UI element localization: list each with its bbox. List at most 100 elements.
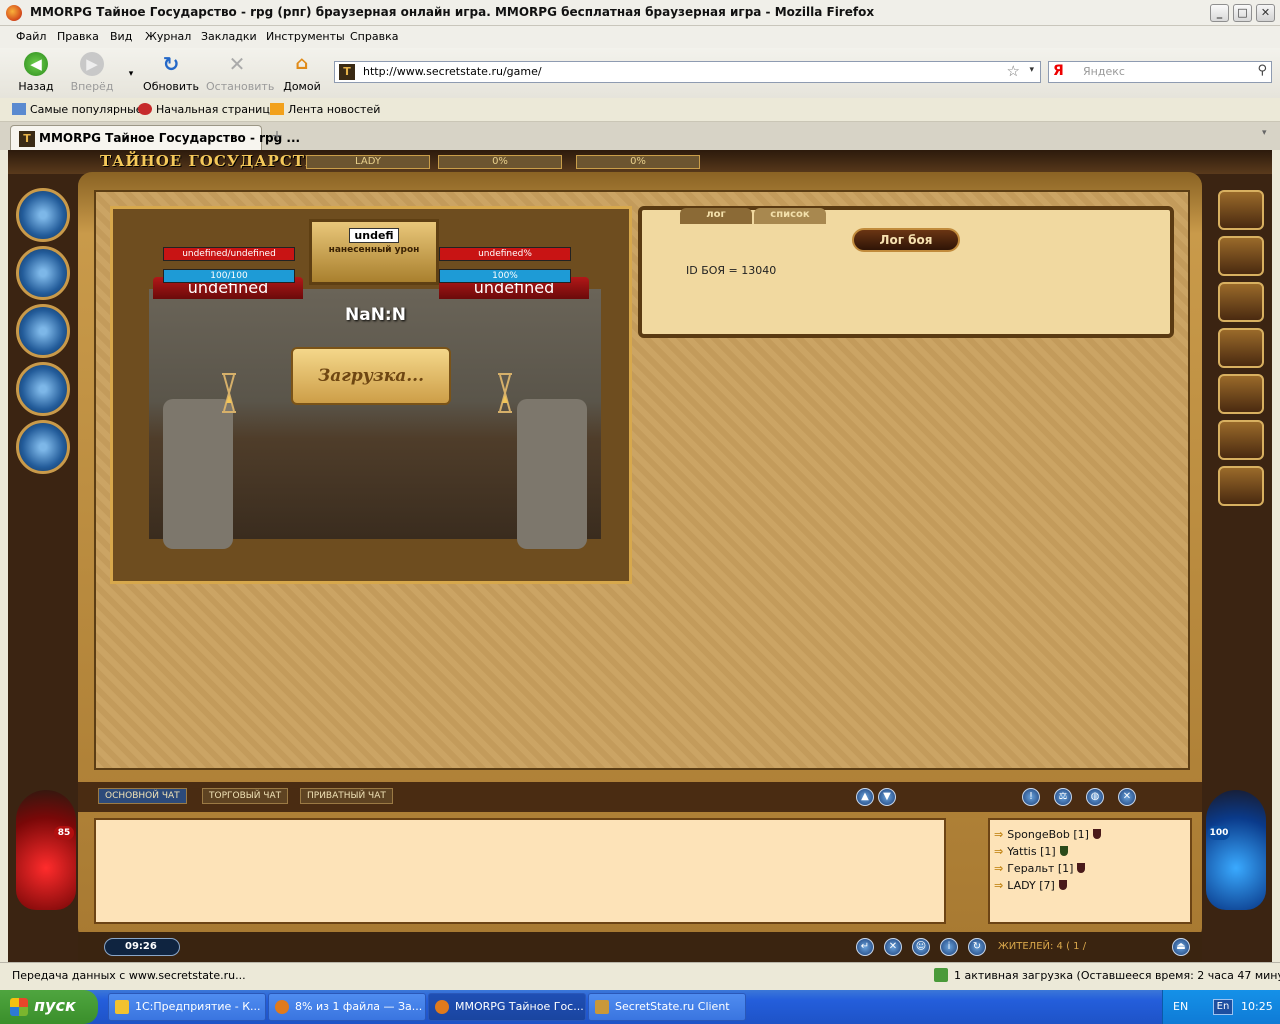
taskbar-item-game[interactable]: MMORPG Тайное Гос... xyxy=(428,993,586,1021)
menu-history[interactable]: Журнал xyxy=(145,30,191,43)
user-name[interactable]: LADY [7] xyxy=(1007,879,1055,892)
tab-private-chat[interactable]: ПРИВАТНЫЙ ЧАТ xyxy=(300,788,393,804)
chat-messages[interactable] xyxy=(94,818,946,924)
window-title: MMORPG Тайное Государство - rpg (рпг) бр… xyxy=(30,5,875,19)
taskbar-label: 8% из 1 файла — За... xyxy=(295,1000,423,1013)
shield-icon[interactable] xyxy=(1218,282,1264,322)
start-page-icon xyxy=(138,103,152,115)
whisper-arrow-icon[interactable]: ⇒ xyxy=(994,828,1003,841)
mana-value: 100 xyxy=(1208,826,1230,840)
tab-list[interactable]: список xyxy=(754,208,826,224)
letter-icon[interactable] xyxy=(1218,466,1264,506)
maximize-button[interactable]: □ xyxy=(1233,4,1252,22)
new-tab-button[interactable]: + xyxy=(264,128,290,148)
character-icon[interactable] xyxy=(16,246,70,300)
minimize-button[interactable]: _ xyxy=(1210,4,1229,22)
bookmark-news-feed[interactable]: Лента новостей xyxy=(270,103,380,116)
taskbar-item-download[interactable]: 8% из 1 файла — За... xyxy=(268,993,426,1021)
taskbar-label: SecretState.ru Client xyxy=(615,1000,730,1013)
menu-help[interactable]: Справка xyxy=(350,30,398,43)
bookmark-label: Лента новостей xyxy=(288,103,381,116)
url-dropdown-icon[interactable]: ▾ xyxy=(1029,65,1034,75)
reload-button[interactable]: ↻ Обновить xyxy=(143,52,199,96)
smile-icon[interactable]: ☺ xyxy=(912,938,930,956)
progress-stat: 0% xyxy=(576,155,700,169)
yandex-icon[interactable]: Я xyxy=(1053,63,1064,79)
tab-list-icon[interactable]: ▾ xyxy=(1262,128,1267,138)
scales-icon[interactable]: ⚖ xyxy=(1054,788,1072,806)
battle-log-button[interactable]: Лог боя xyxy=(852,228,960,252)
back-label: Назад xyxy=(18,80,54,93)
whisper-arrow-icon[interactable]: ⇒ xyxy=(994,862,1003,875)
whisper-arrow-icon[interactable]: ⇒ xyxy=(994,879,1003,892)
scroll-icon[interactable] xyxy=(1218,374,1264,414)
knight-icon[interactable] xyxy=(16,362,70,416)
user-row[interactable]: ⇒ Геральт [1] xyxy=(994,862,1086,875)
user-row[interactable]: ⇒ SpongeBob [1] xyxy=(994,828,1101,841)
whisper-arrow-icon[interactable]: ⇒ xyxy=(994,845,1003,858)
user-row[interactable]: ⇒ LADY [7] xyxy=(994,879,1067,892)
back-button[interactable]: ◀ Назад xyxy=(8,52,64,96)
menu-bookmarks[interactable]: Закладки xyxy=(201,30,257,43)
clan-banner-icon[interactable] xyxy=(16,420,70,474)
start-button[interactable]: пуск xyxy=(0,990,98,1024)
forward-button[interactable]: ▶ Вперёд xyxy=(64,52,120,96)
info-icon[interactable]: ! xyxy=(1022,788,1040,806)
hourglass-icon xyxy=(497,373,513,413)
user-row[interactable]: ⇒ Yattis [1] xyxy=(994,845,1068,858)
enter-icon[interactable]: ↵ xyxy=(856,938,874,956)
forward-arrow-scroll-icon[interactable] xyxy=(1218,236,1264,276)
home-icon: ⌂ xyxy=(295,53,309,74)
bookmark-star-icon[interactable]: ☆ xyxy=(1007,62,1020,80)
tab-main-chat[interactable]: ОСНОВНОЙ ЧАТ xyxy=(98,788,187,804)
address-bar[interactable]: T http://www.secretstate.ru/game/ ☆ ▾ xyxy=(334,61,1041,83)
tab-favicon: T xyxy=(19,131,35,147)
taskbar-item-1c[interactable]: 1С:Предприятие - К... xyxy=(108,993,266,1021)
taskbar: пуск 1С:Предприятие - К... 8% из 1 файла… xyxy=(0,990,1280,1024)
menu-file[interactable]: Файл xyxy=(16,30,46,43)
eye-icon[interactable] xyxy=(1218,420,1264,460)
download-icon[interactable] xyxy=(934,968,948,982)
user-name[interactable]: Yattis [1] xyxy=(1007,845,1055,858)
back-arrow-scroll-icon[interactable] xyxy=(1218,190,1264,230)
bookmark-folder-icon xyxy=(12,103,26,115)
inventory-bag-icon[interactable] xyxy=(16,304,70,358)
language-bar-icon[interactable]: En xyxy=(1213,999,1233,1015)
map-icon[interactable] xyxy=(16,188,70,242)
close-chat-icon[interactable]: ✕ xyxy=(1118,788,1136,806)
menu-view[interactable]: Вид xyxy=(110,30,132,43)
user-name[interactable]: SpongeBob [1] xyxy=(1007,828,1089,841)
exit-icon[interactable]: ⏏ xyxy=(1172,938,1190,956)
damage-label: нанесенный урон xyxy=(328,245,420,255)
user-name[interactable]: Геральт [1] xyxy=(1007,862,1073,875)
taskbar-item-client[interactable]: SecretState.ru Client xyxy=(588,993,746,1021)
search-box[interactable]: Я Яндекс ⚲ xyxy=(1048,61,1272,83)
home-label: Домой xyxy=(283,80,321,93)
clan-shield-icon xyxy=(1059,846,1068,856)
search-icon[interactable]: ⚲ xyxy=(1257,63,1267,78)
refresh-icon[interactable]: ↻ xyxy=(968,938,986,956)
tab-log[interactable]: лог xyxy=(680,208,752,224)
cancel-icon[interactable]: ✕ xyxy=(884,938,902,956)
home-button[interactable]: ⌂ Домой xyxy=(274,52,330,96)
stop-button[interactable]: ✕ Остановить xyxy=(206,52,275,96)
bookmark-most-visited[interactable]: Самые популярные xyxy=(12,103,143,116)
download-status[interactable]: 1 активная загрузка (Оставшееся время: 2… xyxy=(954,969,1280,982)
bookmark-start-page[interactable]: Начальная страница xyxy=(138,103,277,116)
firefox-icon xyxy=(275,1000,289,1014)
menu-edit[interactable]: Правка xyxy=(57,30,99,43)
party-faces-icon[interactable] xyxy=(1218,328,1264,368)
tab-game[interactable]: T MMORPG Тайное Государство - rpg ... xyxy=(10,125,300,150)
scroll-down-icon[interactable]: ▼ xyxy=(878,788,896,806)
stop-label: Остановить xyxy=(206,80,275,93)
language-indicator[interactable]: EN xyxy=(1173,1000,1188,1013)
tab-trade-chat[interactable]: ТОРГОВЫЙ ЧАТ xyxy=(202,788,289,804)
history-dropdown[interactable]: ▾ xyxy=(122,52,140,96)
helmet-icon[interactable]: ◍ xyxy=(1086,788,1104,806)
menu-tools[interactable]: Инструменты xyxy=(266,30,345,43)
damage-panel: undefi нанесенный урон xyxy=(309,219,439,285)
scroll-up-icon[interactable]: ▲ xyxy=(856,788,874,806)
person-icon[interactable]: i xyxy=(940,938,958,956)
close-button[interactable]: ✕ xyxy=(1256,4,1275,22)
battle-arena: undefined undefined/undefined 100/100 un… xyxy=(110,206,632,584)
